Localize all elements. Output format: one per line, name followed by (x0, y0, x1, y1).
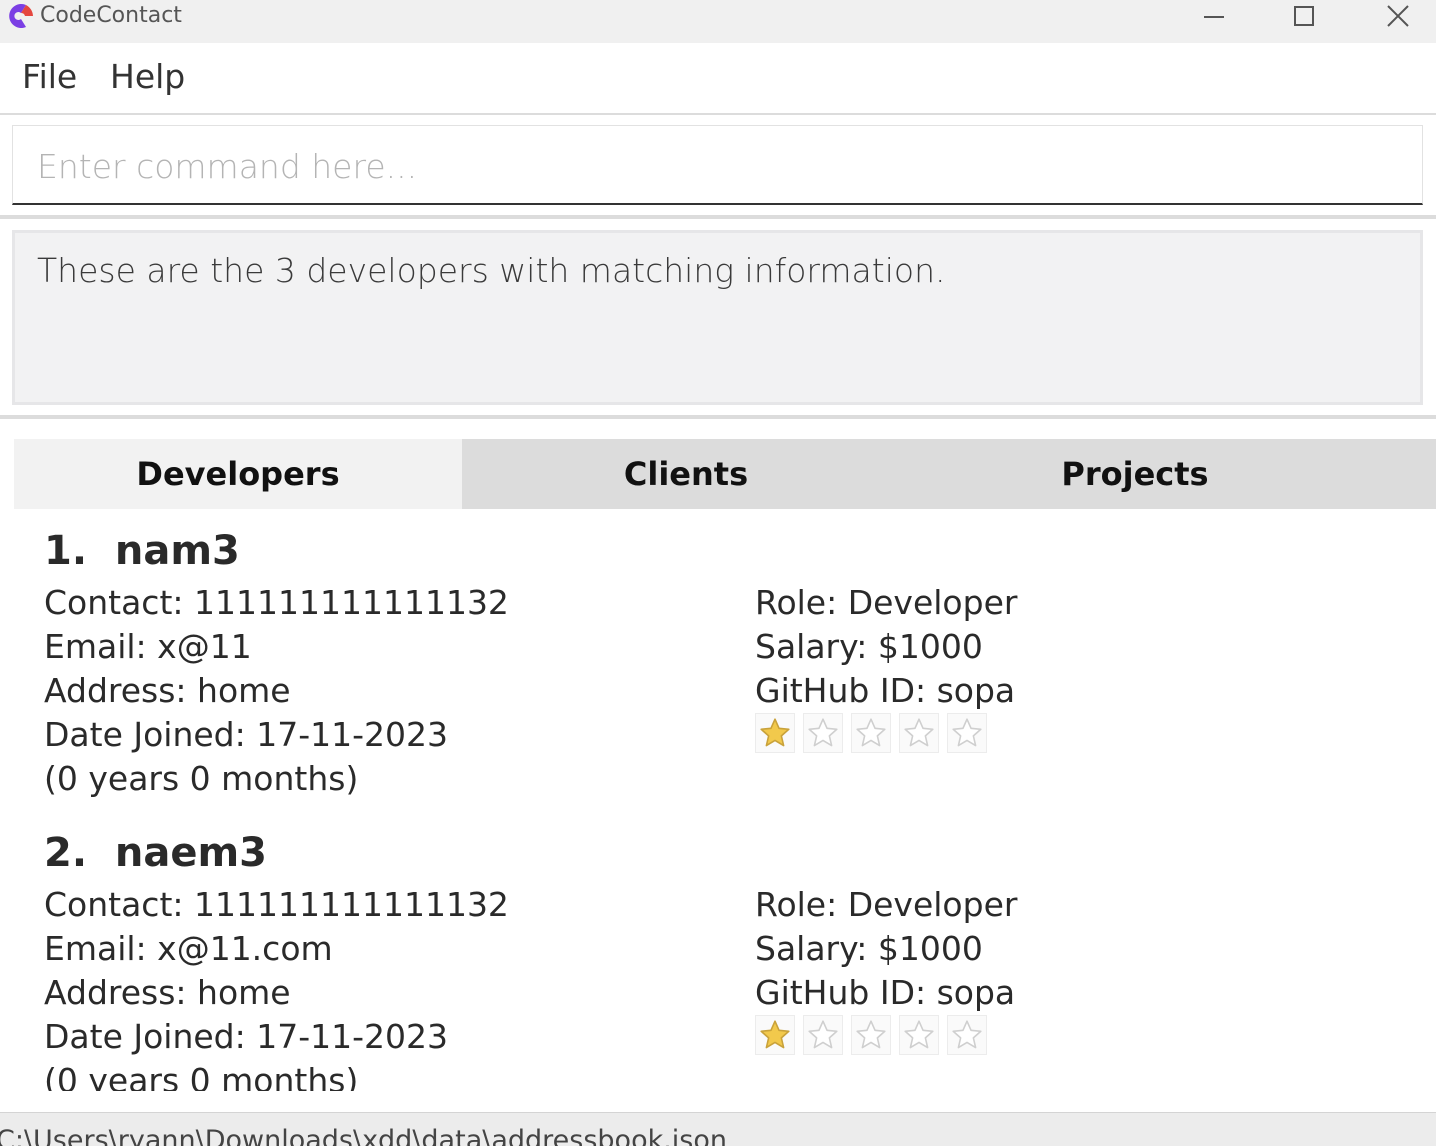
developer-date-joined: Date Joined: 17-11-2023 (44, 715, 449, 754)
developer-date-joined: Date Joined: 17-11-2023 (44, 1017, 449, 1056)
minimize-icon (1204, 16, 1224, 18)
menu-help[interactable]: Help (110, 57, 185, 97)
tab-projects[interactable]: Projects (910, 439, 1360, 509)
rating-stars (755, 1015, 987, 1055)
command-box (12, 125, 1423, 205)
close-button[interactable] (1368, 0, 1428, 32)
star-empty-icon[interactable] (947, 1015, 987, 1055)
developer-salary: Salary: $1000 (755, 929, 983, 968)
status-bar: C:\Users\ryann\Downloads\xdd\data\addres… (0, 1112, 1436, 1146)
developer-card[interactable]: 1. nam3 Contact: 111111111111132 Email: … (14, 509, 1436, 809)
developer-tenure: (0 years 0 months) (44, 1061, 359, 1091)
star-empty-icon[interactable] (851, 1015, 891, 1055)
developer-name: 2. naem3 (44, 830, 267, 876)
window-title: CodeContact (40, 3, 182, 28)
title-bar: CodeContact (0, 0, 1436, 43)
tab-developers[interactable]: Developers (14, 439, 462, 509)
menu-bar: File Help (0, 43, 1436, 113)
star-empty-icon[interactable] (899, 713, 939, 753)
divider (0, 113, 1436, 115)
star-empty-icon[interactable] (803, 713, 843, 753)
result-display[interactable]: These are the 3 developers with matching… (12, 230, 1423, 405)
save-file-path: C:\Users\ryann\Downloads\xdd\data\addres… (0, 1125, 728, 1146)
star-empty-icon[interactable] (851, 713, 891, 753)
developer-role: Role: Developer (755, 885, 1018, 924)
developer-card[interactable]: 2. naem3 Contact: 111111111111132 Email:… (14, 811, 1436, 1091)
developer-name: 1. nam3 (44, 528, 240, 574)
developer-address: Address: home (44, 973, 291, 1012)
app-logo-icon (9, 4, 33, 29)
developer-github: GitHub ID: sopa (755, 671, 1016, 710)
star-filled-icon[interactable] (755, 1015, 795, 1055)
maximize-icon (1294, 6, 1314, 26)
developer-list[interactable]: 1. nam3 Contact: 111111111111132 Email: … (14, 509, 1436, 1091)
star-filled-icon[interactable] (755, 713, 795, 753)
close-icon (1387, 5, 1409, 27)
star-empty-icon[interactable] (803, 1015, 843, 1055)
developer-github: GitHub ID: sopa (755, 973, 1016, 1012)
developer-contact: Contact: 111111111111132 (44, 885, 509, 924)
star-empty-icon[interactable] (899, 1015, 939, 1055)
divider (0, 415, 1436, 419)
developer-address: Address: home (44, 671, 291, 710)
developer-email: Email: x@11.com (44, 929, 333, 968)
menu-file[interactable]: File (22, 57, 77, 97)
tab-clients[interactable]: Clients (462, 439, 910, 509)
command-input[interactable] (37, 144, 1397, 188)
tab-bar: Developers Clients Projects (14, 439, 1436, 509)
maximize-button[interactable] (1274, 0, 1334, 32)
rating-stars (755, 713, 987, 753)
star-empty-icon[interactable] (947, 713, 987, 753)
developer-role: Role: Developer (755, 583, 1018, 622)
developer-tenure: (0 years 0 months) (44, 759, 359, 798)
developer-email: Email: x@11 (44, 627, 252, 666)
divider (0, 215, 1436, 219)
developer-salary: Salary: $1000 (755, 627, 983, 666)
result-message: These are the 3 developers with matching… (37, 251, 946, 290)
minimize-button[interactable] (1184, 0, 1244, 32)
developer-contact: Contact: 111111111111132 (44, 583, 509, 622)
